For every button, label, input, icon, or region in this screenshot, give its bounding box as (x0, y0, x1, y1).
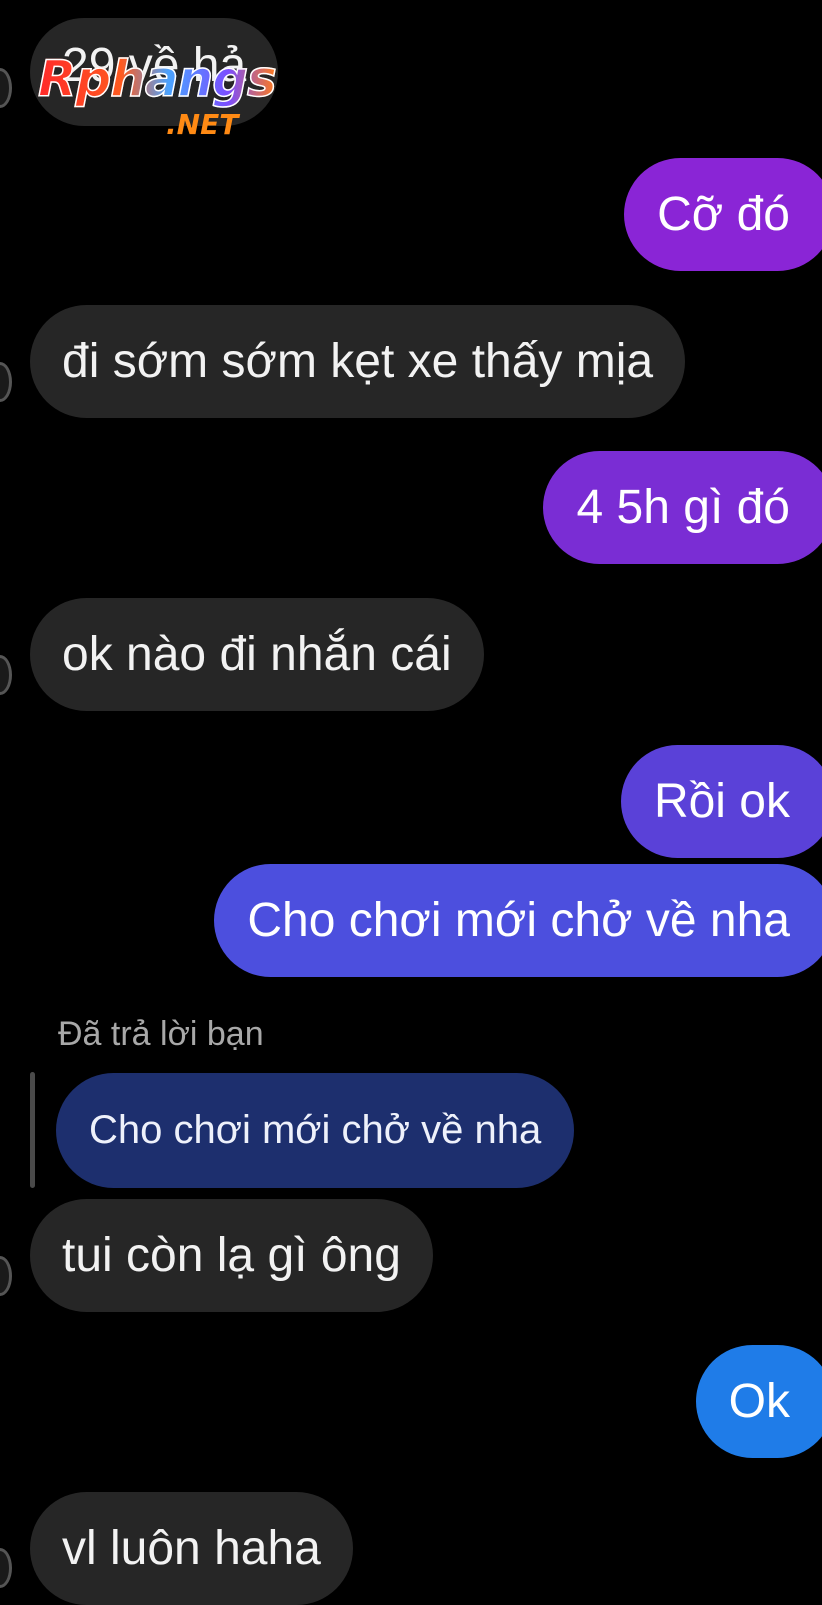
message-bubble-incoming[interactable]: tui còn lạ gì ông (30, 1199, 433, 1312)
sender-avatar[interactable] (0, 362, 12, 402)
sender-avatar[interactable] (0, 1256, 12, 1296)
message-bubble-incoming[interactable]: vl luôn haha (30, 1492, 353, 1605)
quoted-message[interactable]: Cho chơi mới chở về nha (56, 1073, 575, 1188)
watermark-logo: Rphangs .NET (37, 49, 288, 145)
reply-indicator-bar (30, 1072, 35, 1188)
message-bubble-incoming[interactable]: ok nào đi nhắn cái (30, 598, 484, 711)
sender-avatar[interactable] (0, 655, 12, 695)
reply-label: Đã trả lời bạn (58, 1015, 264, 1053)
watermark-text: Rphangs (37, 49, 277, 109)
message-bubble-incoming[interactable]: đi sớm sớm kẹt xe thấy mịa (30, 305, 686, 418)
message-bubble-outgoing[interactable]: Cỡ đó (624, 158, 822, 271)
message-bubble-outgoing[interactable]: Ok (695, 1345, 822, 1458)
message-bubble-outgoing[interactable]: Cho chơi mới chở về nha (214, 864, 822, 977)
sender-avatar[interactable] (0, 1548, 12, 1588)
sender-avatar[interactable] (0, 68, 12, 108)
message-bubble-outgoing[interactable]: Rồi ok (620, 745, 822, 858)
watermark-domain: .NET (166, 108, 239, 141)
message-bubble-outgoing[interactable]: 4 5h gì đó (543, 451, 822, 564)
